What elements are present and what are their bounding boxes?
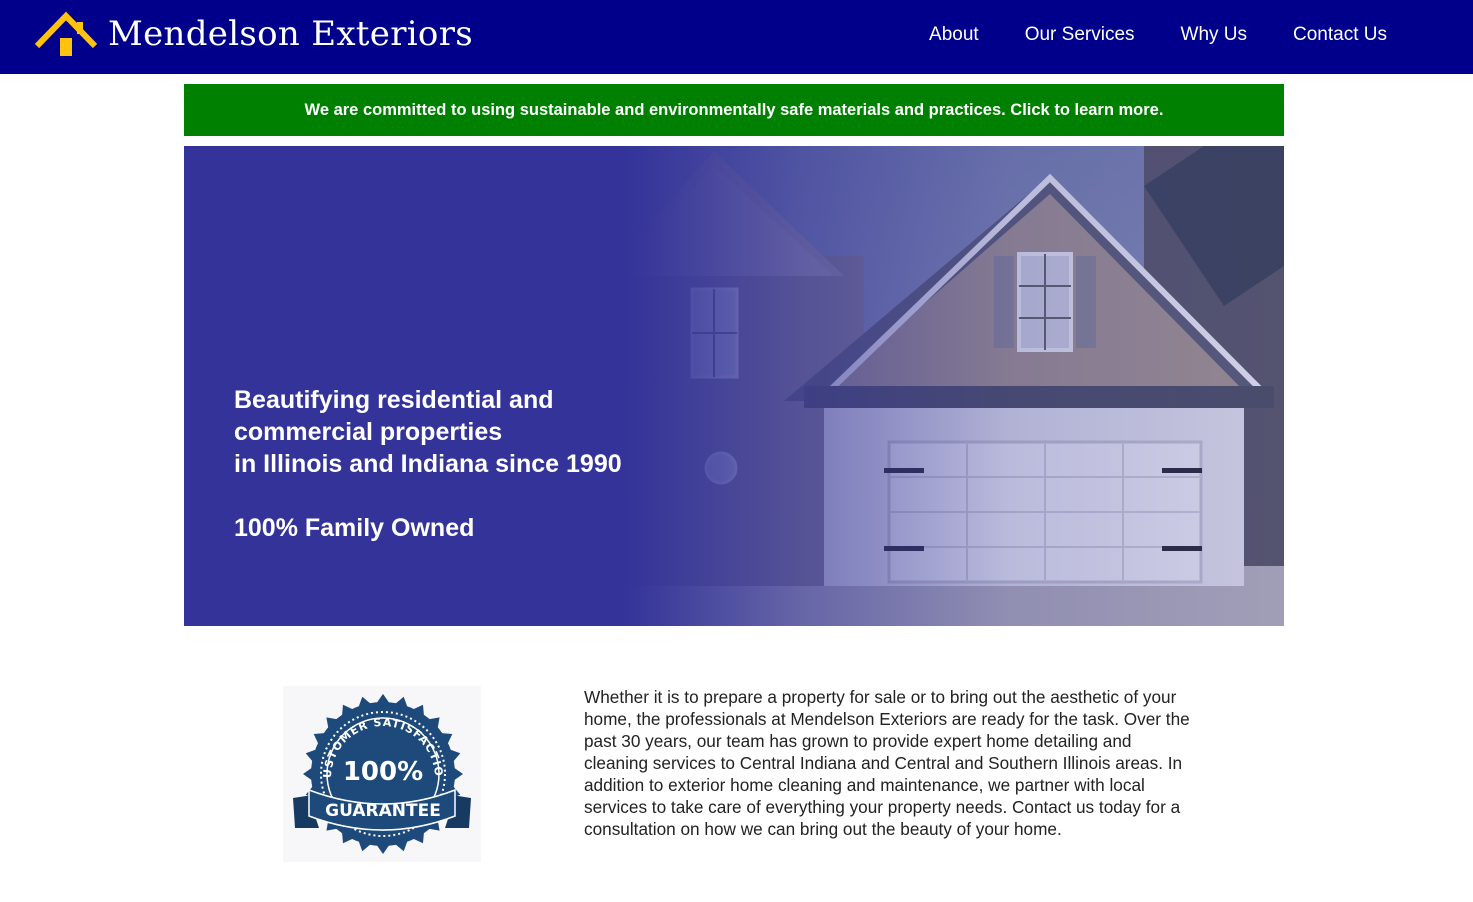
site-header: Mendelson Exteriors About Our Services W…: [0, 0, 1473, 74]
house-roof-icon: [34, 11, 98, 56]
banner-text: We are committed to using sustainable an…: [304, 100, 1164, 119]
guarantee-badge-icon: CUSTOMER SATISFACTION 100% GUARANTEE: [283, 686, 481, 862]
nav-about[interactable]: About: [929, 24, 979, 46]
logo-link[interactable]: Mendelson Exteriors: [33, 10, 473, 58]
nav-contact-us[interactable]: Contact Us: [1293, 24, 1387, 46]
hero-section: Beautifying residential and commercial p…: [184, 146, 1284, 626]
hero-line-1: Beautifying residential and: [234, 386, 554, 414]
nav-why-us[interactable]: Why Us: [1181, 24, 1248, 46]
hero-line-3: in Illinois and Indiana since 1990: [234, 450, 622, 478]
main-nav: About Our Services Why Us Contact Us: [883, 0, 1387, 70]
hero-headline: Beautifying residential and commercial p…: [234, 384, 622, 544]
sustainability-banner[interactable]: We are committed to using sustainable an…: [184, 84, 1284, 136]
brand-name: Mendelson Exteriors: [108, 14, 473, 54]
hero-tagline: 100% Family Owned: [234, 514, 475, 542]
badge-ribbon-text: GUARANTEE: [325, 801, 441, 821]
hero-line-2: commercial properties: [234, 418, 503, 446]
nav-our-services[interactable]: Our Services: [1025, 24, 1135, 46]
about-paragraph: Whether it is to prepare a property for …: [584, 687, 1190, 839]
badge-value: 100%: [343, 757, 423, 787]
